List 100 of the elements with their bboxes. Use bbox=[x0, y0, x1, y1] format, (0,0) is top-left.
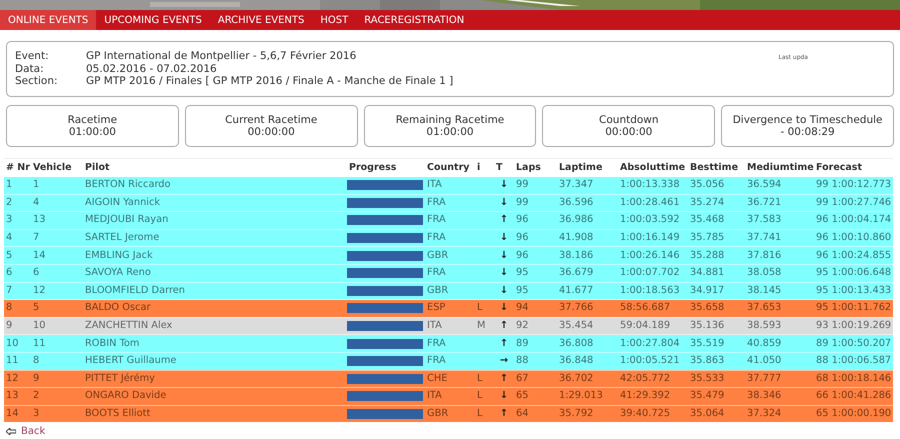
position-cell: 14 bbox=[4, 405, 31, 422]
vehicle-cell: 8 bbox=[31, 352, 83, 370]
medium-time-cell: 41.050 bbox=[745, 352, 814, 370]
absolute-time-cell: 1:00:03.592 bbox=[618, 212, 688, 230]
info-cell: L bbox=[475, 300, 494, 318]
position-cell: 6 bbox=[4, 264, 31, 282]
country-cell: FRA bbox=[425, 264, 475, 282]
trend-cell: → bbox=[494, 352, 514, 370]
vehicle-cell: 5 bbox=[31, 300, 83, 318]
medium-time-cell: 40.859 bbox=[745, 334, 814, 352]
laptime-cell: 36.986 bbox=[557, 212, 618, 230]
info-cell: L bbox=[475, 405, 494, 422]
position-cell: 13 bbox=[4, 388, 31, 406]
laptime-cell: 35.792 bbox=[557, 405, 618, 422]
absolute-time-cell: 1:00:27.804 bbox=[618, 334, 688, 352]
field-label: Data: bbox=[15, 62, 44, 75]
nav-tab[interactable]: UPCOMING EVENTS bbox=[96, 10, 210, 30]
pilot-cell: BOOTS Elliott bbox=[83, 405, 347, 422]
timer-value: 01:00:00 bbox=[426, 126, 474, 138]
absolute-time-cell: 41:29.392 bbox=[618, 388, 688, 406]
position-cell: 10 bbox=[4, 334, 31, 352]
position-cell: 8 bbox=[4, 300, 31, 318]
nav-tab[interactable]: HOST bbox=[312, 10, 356, 30]
timer-label: Racetime bbox=[68, 114, 118, 126]
vehicle-cell: 13 bbox=[31, 212, 83, 230]
best-time-cell: 35.863 bbox=[688, 352, 745, 370]
country-cell: ITA bbox=[425, 176, 475, 194]
laps-cell: 95 bbox=[514, 264, 557, 282]
medium-time-cell: 36.594 bbox=[745, 176, 814, 194]
country-cell: FRA bbox=[425, 212, 475, 230]
best-time-cell: 34.881 bbox=[688, 264, 745, 282]
absolute-time-cell: 1:00:05.521 bbox=[618, 352, 688, 370]
field-label: Event: bbox=[15, 50, 49, 62]
field-value: 05.02.2016 - 07.02.2016 bbox=[86, 62, 217, 75]
nav-tab[interactable]: ONLINE EVENTS bbox=[0, 10, 96, 30]
forecast-cell: 96 1:00:04.174 bbox=[814, 212, 893, 230]
laptime-cell: 38.186 bbox=[557, 246, 618, 264]
timer-label: Current Racetime bbox=[225, 114, 318, 126]
timer-label: Remaining Racetime bbox=[396, 114, 504, 126]
laps-cell: 99 bbox=[514, 176, 557, 194]
laps-cell: 94 bbox=[514, 300, 557, 318]
back-link[interactable]: Back bbox=[21, 426, 46, 438]
best-time-cell: 35.519 bbox=[688, 334, 745, 352]
position-cell: 3 bbox=[4, 212, 31, 230]
vehicle-cell: 2 bbox=[31, 388, 83, 406]
medium-time-cell: 38.346 bbox=[745, 388, 814, 406]
timer-label: Divergence to Timeschedule bbox=[732, 114, 882, 126]
forecast-cell: 95 1:00:06.648 bbox=[814, 264, 893, 282]
field-value: GP International de Montpellier - 5,6,7 Février 2016 bbox=[86, 50, 356, 62]
pilot-cell: BERTON Riccardo bbox=[83, 176, 347, 194]
country-cell: FRA bbox=[425, 352, 475, 370]
best-time-cell: 35.479 bbox=[688, 388, 745, 406]
position-cell: 11 bbox=[4, 352, 31, 370]
medium-time-cell: 38.058 bbox=[745, 264, 814, 282]
trend-cell: ↑ bbox=[494, 212, 514, 230]
position-cell: 5 bbox=[4, 246, 31, 264]
forecast-cell: 89 1:00:50.207 bbox=[814, 334, 893, 352]
medium-time-cell: 37.653 bbox=[745, 300, 814, 318]
absolute-time-cell: 1:00:26.146 bbox=[618, 246, 688, 264]
trend-cell: ↓ bbox=[494, 264, 514, 282]
laptime-cell: 36.848 bbox=[557, 352, 618, 370]
forecast-cell: 99 1:00:12.773 bbox=[814, 176, 893, 194]
timer-value: - 00:08:29 bbox=[780, 126, 835, 138]
timer-label: Countdown bbox=[599, 114, 659, 126]
pilot-cell: HEBERT Guillaume bbox=[83, 352, 347, 370]
trend-cell: ↑ bbox=[494, 405, 514, 422]
trend-cell: ↓ bbox=[494, 176, 514, 194]
nav-tab[interactable]: RACEREGISTRATION bbox=[356, 10, 472, 30]
best-time-cell: 35.064 bbox=[688, 405, 745, 422]
absolute-time-cell: 39:40.725 bbox=[618, 405, 688, 422]
pilot-cell: MEDJOUBI Rayan bbox=[83, 212, 347, 230]
laps-cell: 96 bbox=[514, 246, 557, 264]
laps-cell: 96 bbox=[514, 212, 557, 230]
laps-cell: 89 bbox=[514, 334, 557, 352]
best-time-cell: 35.288 bbox=[688, 246, 745, 264]
vehicle-cell: 14 bbox=[31, 246, 83, 264]
pilot-cell: BALDO Oscar bbox=[83, 300, 347, 318]
laptime-cell: 37.347 bbox=[557, 176, 618, 194]
timer-value: 00:00:00 bbox=[605, 126, 652, 138]
pilot-cell: EMBLING Jack bbox=[83, 246, 347, 264]
pilot-cell: ONGARO Davide bbox=[83, 388, 347, 406]
laptime-cell: 37.766 bbox=[557, 300, 618, 318]
forecast-cell: 65 1:00:00.190 bbox=[814, 405, 893, 422]
field-label: Section: bbox=[15, 75, 58, 88]
timer-value: 01:00:00 bbox=[68, 126, 116, 138]
forecast-cell: 66 1:00:41.286 bbox=[814, 388, 893, 406]
vehicle-cell: 3 bbox=[31, 405, 83, 422]
field-value: GP MTP 2016 / Finales [ GP MTP 2016 / Finale A - Manche de Finale 1 ] bbox=[86, 75, 454, 88]
vehicle-cell: 1 bbox=[31, 176, 83, 194]
forecast-cell: 88 1:00:06.587 bbox=[814, 352, 893, 370]
laptime-cell: 1:29.013 bbox=[557, 388, 618, 406]
best-time-cell: 35.658 bbox=[688, 300, 745, 318]
medium-time-cell: 37.583 bbox=[745, 212, 814, 230]
vehicle-cell: 11 bbox=[31, 334, 83, 352]
laps-cell: 65 bbox=[514, 388, 557, 406]
country-cell: FRA bbox=[425, 334, 475, 352]
laps-cell: 88 bbox=[514, 352, 557, 370]
laptime-cell: 36.808 bbox=[557, 334, 618, 352]
country-cell: ESP bbox=[425, 300, 475, 318]
nav-tab[interactable]: ARCHIVE EVENTS bbox=[210, 10, 312, 30]
